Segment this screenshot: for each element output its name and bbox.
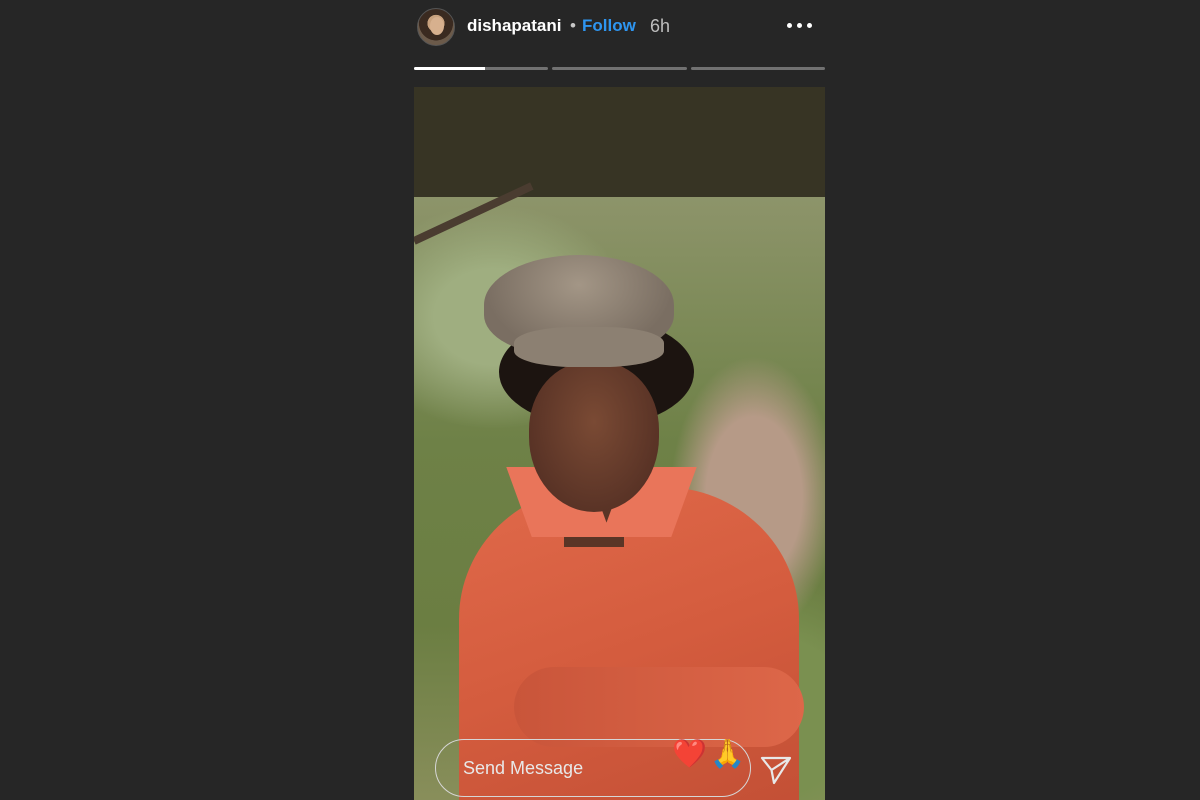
story-photo — [414, 182, 825, 800]
avatar[interactable] — [417, 8, 455, 46]
story-header: dishapatani • Follow 6h — [414, 6, 825, 50]
separator-dot: • — [570, 16, 576, 35]
send-message-placeholder: Send Message — [463, 757, 584, 778]
progress-segment — [552, 67, 687, 70]
reply-bar: Send Message ❤️ 🙏 — [414, 724, 825, 800]
more-options-icon[interactable] — [780, 10, 818, 40]
story-frame[interactable] — [414, 87, 825, 800]
story-timestamp: 6h — [650, 16, 671, 36]
follow-button[interactable]: Follow — [582, 16, 636, 36]
progress-segment — [414, 67, 549, 70]
heart-reaction-icon[interactable]: ❤️ — [672, 737, 707, 771]
username[interactable]: dishapatani — [467, 16, 561, 36]
story-progress-bar — [414, 67, 825, 70]
pray-reaction-icon[interactable]: 🙏 — [710, 737, 745, 771]
send-icon[interactable] — [758, 752, 794, 788]
progress-segment — [690, 67, 825, 70]
